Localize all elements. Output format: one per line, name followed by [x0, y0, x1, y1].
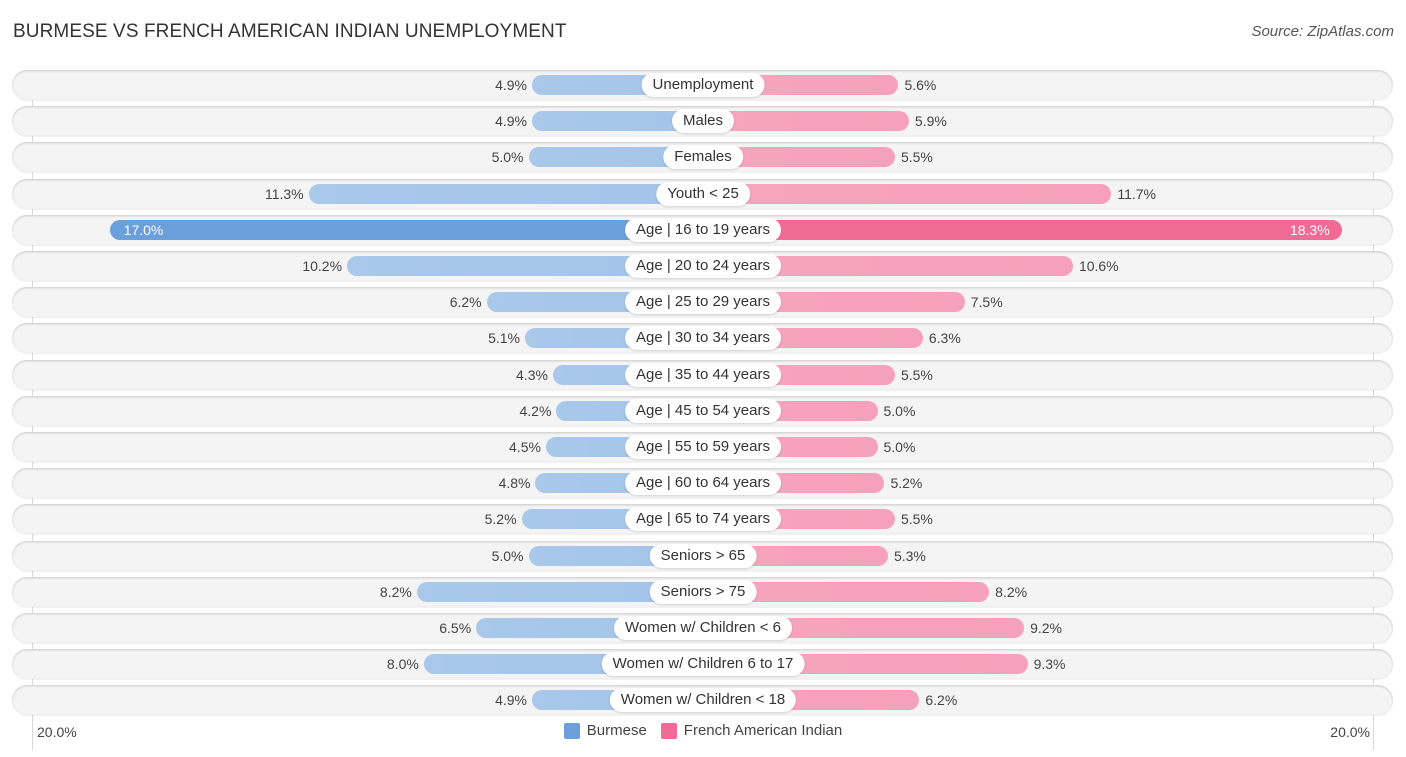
- value-label-burmese: 6.2%: [449, 294, 482, 311]
- row-age-30-to-34-years: 5.1% 6.3% Age | 30 to 34 years: [12, 323, 1393, 354]
- value-label-french-american-indian: 5.2%: [890, 475, 923, 492]
- category-label: Youth < 25: [656, 181, 750, 206]
- value-label-burmese: 5.2%: [484, 511, 517, 528]
- row-youth-25: 11.3% 11.7% Youth < 25: [12, 178, 1393, 209]
- category-label: Age | 55 to 59 years: [625, 435, 781, 459]
- value-label-french-american-indian: 18.3%: [1289, 221, 1330, 238]
- bar-french-american-indian[interactable]: [703, 219, 1342, 240]
- category-label: Age | 45 to 54 years: [625, 398, 781, 423]
- row-age-20-to-24-years: 10.2% 10.6% Age | 20 to 24 years: [12, 251, 1393, 281]
- row-age-60-to-64-years: 4.8% 5.2% Age | 60 to 64 years: [12, 468, 1393, 499]
- value-label-french-american-indian: 5.6%: [904, 77, 937, 93]
- category-label: Women w/ Children < 6: [613, 616, 793, 640]
- value-label-burmese: 4.2%: [519, 402, 552, 419]
- row-age-35-to-44-years: 4.3% 5.5% Age | 35 to 44 years: [12, 359, 1393, 390]
- row-age-55-to-59-years: 4.5% 5.0% Age | 55 to 59 years: [12, 432, 1393, 462]
- category-label: Age | 16 to 19 years: [625, 217, 781, 242]
- legend: Burmese French American Indian: [0, 722, 1406, 739]
- value-label-french-american-indian: 5.5%: [900, 511, 933, 528]
- category-label: Women w/ Children 6 to 17: [601, 652, 805, 677]
- category-label: Age | 25 to 29 years: [625, 290, 781, 315]
- category-label: Age | 35 to 44 years: [625, 362, 781, 387]
- legend-item-french-american-indian[interactable]: French American Indian: [660, 722, 843, 739]
- value-label-burmese: 5.1%: [488, 330, 521, 347]
- row-age-45-to-54-years: 4.2% 5.0% Age | 45 to 54 years: [12, 395, 1393, 426]
- value-label-burmese: 4.9%: [495, 692, 527, 709]
- value-label-french-american-indian: 5.0%: [883, 439, 916, 455]
- value-label-french-american-indian: 6.2%: [925, 692, 958, 709]
- value-label-burmese: 4.9%: [495, 77, 527, 93]
- chart-title: BURMESE VS FRENCH AMERICAN INDIAN UNEMPL…: [13, 21, 567, 42]
- value-label-french-american-indian: 5.9%: [914, 113, 947, 130]
- value-label-french-american-indian: 5.5%: [900, 366, 933, 383]
- row-women-w-children-6: 6.5% 9.2% Women w/ Children < 6: [12, 613, 1393, 643]
- category-label: Age | 30 to 34 years: [625, 326, 781, 351]
- value-label-french-american-indian: 11.7%: [1117, 185, 1156, 202]
- value-label-french-american-indian: 8.2%: [995, 583, 1028, 600]
- value-label-french-american-indian: 5.3%: [893, 547, 926, 564]
- value-label-burmese: 4.3%: [516, 366, 548, 383]
- row-age-25-to-29-years: 6.2% 7.5% Age | 25 to 29 years: [12, 287, 1393, 318]
- row-unemployment: 4.9% 5.6% Unemployment: [12, 70, 1393, 100]
- category-label: Females: [663, 145, 743, 170]
- row-females: 5.0% 5.5% Females: [12, 142, 1393, 173]
- category-label: Age | 20 to 24 years: [625, 254, 781, 278]
- value-label-burmese: 4.8%: [498, 475, 531, 492]
- category-label: Males: [671, 109, 735, 134]
- row-males: 4.9% 5.9% Males: [12, 106, 1393, 137]
- legend-swatch-burmese: [563, 722, 580, 739]
- row-seniors-75: 8.2% 8.2% Seniors > 75: [12, 576, 1393, 607]
- category-label: Women w/ Children < 18: [609, 688, 797, 713]
- category-label: Seniors > 65: [649, 543, 757, 568]
- category-label: Age | 60 to 64 years: [625, 471, 781, 496]
- legend-swatch-french-american-indian: [660, 722, 677, 739]
- legend-label-french-american-indian: French American Indian: [683, 722, 843, 739]
- row-women-w-children-18: 4.9% 6.2% Women w/ Children < 18: [12, 685, 1393, 716]
- legend-item-burmese[interactable]: Burmese: [563, 722, 647, 739]
- value-label-french-american-indian: 7.5%: [970, 294, 1003, 311]
- value-label-burmese: 11.3%: [264, 185, 304, 202]
- bar-burmese[interactable]: [109, 219, 703, 240]
- category-label: Age | 65 to 74 years: [625, 507, 781, 532]
- row-seniors-65: 5.0% 5.3% Seniors > 65: [12, 540, 1393, 571]
- value-label-french-american-indian: 5.5%: [900, 149, 933, 166]
- bar-burmese[interactable]: [308, 183, 703, 204]
- row-age-65-to-74-years: 5.2% 5.5% Age | 65 to 74 years: [12, 504, 1393, 535]
- source-label: Source: ZipAtlas.com: [1251, 23, 1394, 40]
- value-label-burmese: 17.0%: [123, 221, 164, 238]
- value-label-french-american-indian: 6.3%: [928, 330, 961, 347]
- category-label: Unemployment: [641, 73, 765, 97]
- value-label-burmese: 5.0%: [491, 547, 524, 564]
- category-label: Seniors > 75: [649, 579, 757, 604]
- value-label-french-american-indian: 9.3%: [1033, 656, 1066, 673]
- value-label-burmese: 8.0%: [386, 656, 419, 673]
- bar-french-american-indian[interactable]: [703, 183, 1112, 204]
- row-women-w-children-6-to-17: 8.0% 9.3% Women w/ Children 6 to 17: [12, 649, 1393, 680]
- value-label-burmese: 6.5%: [439, 620, 472, 636]
- value-label-burmese: 10.2%: [302, 258, 343, 274]
- value-label-burmese: 4.9%: [495, 113, 527, 130]
- value-label-french-american-indian: 10.6%: [1078, 258, 1119, 274]
- value-label-burmese: 8.2%: [379, 583, 412, 600]
- value-label-french-american-indian: 5.0%: [883, 402, 916, 419]
- value-label-french-american-indian: 9.2%: [1030, 620, 1062, 636]
- row-age-16-to-19-years: 17.0% 18.3% Age | 16 to 19 years: [12, 214, 1393, 245]
- value-label-burmese: 5.0%: [491, 149, 524, 166]
- value-label-burmese: 4.5%: [509, 439, 541, 455]
- legend-label-burmese: Burmese: [586, 722, 647, 739]
